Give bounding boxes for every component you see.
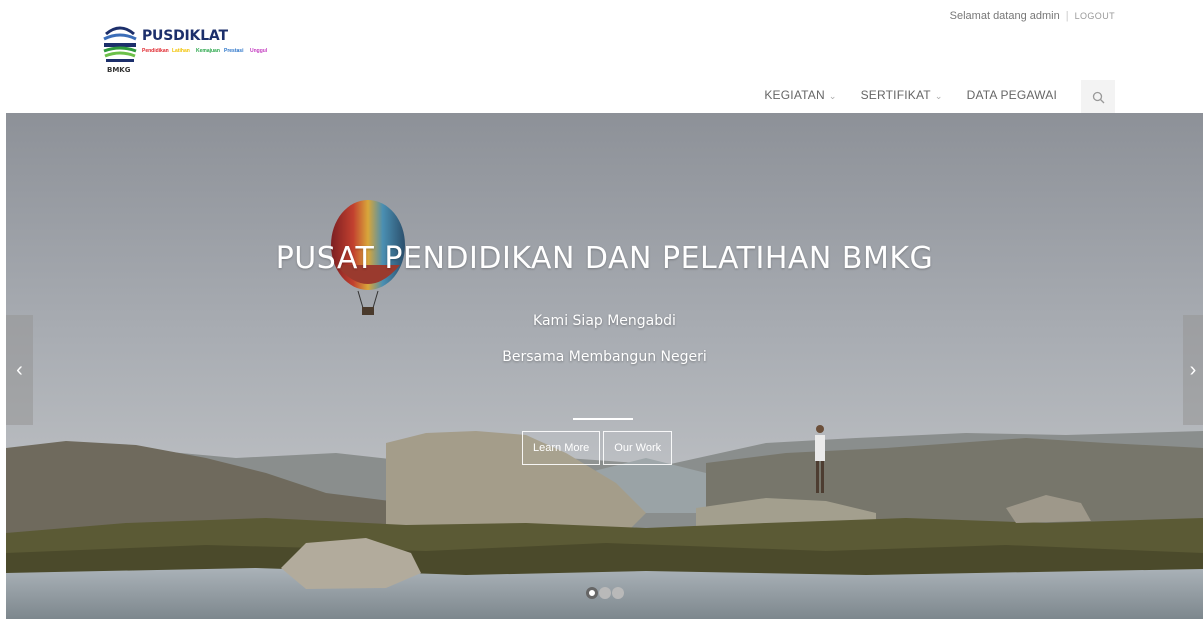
hero-subtitle-line-1: Kami Siap Mengabdi (533, 313, 676, 329)
tagline-word: Prestasi (224, 48, 244, 54)
slider-dot[interactable] (599, 587, 611, 599)
slider-next-button[interactable]: › (1183, 315, 1203, 425)
slider-dot[interactable] (586, 587, 598, 599)
logout-link[interactable]: LOGOUT (1075, 11, 1115, 21)
brand-sub: BMKG (107, 66, 131, 74)
slider-dot[interactable] (612, 587, 624, 599)
welcome-separator: | (1065, 10, 1069, 22)
search-button[interactable] (1081, 80, 1115, 114)
welcome-text: Selamat datang admin (949, 10, 1060, 22)
tagline-word: Kemajuan (196, 48, 220, 54)
chevron-left-icon: ‹ (16, 358, 23, 381)
main-nav: KEGIATAN ⌄ SERTIFIKAT ⌄ DATA PEGAWAI (752, 80, 1115, 114)
learn-more-button[interactable]: Learn More (522, 431, 601, 465)
brand-logo[interactable]: PUSDIKLAT Pendidikan Latihan Kemajuan Pr… (84, 12, 284, 92)
page: PUSDIKLAT Pendidikan Latihan Kemajuan Pr… (0, 0, 1203, 619)
bmkg-logo-icon (103, 26, 137, 62)
nav-item-kegiatan[interactable]: KEGIATAN ⌄ (752, 80, 848, 113)
slider-dots (586, 587, 624, 599)
brand-tagline: Pendidikan Latihan Kemajuan Prestasi Ung… (142, 47, 282, 55)
chevron-down-icon: ⌄ (934, 91, 943, 101)
search-icon (1092, 91, 1104, 103)
tagline-word: Pendidikan (142, 48, 169, 54)
tagline-word: Unggul (250, 48, 268, 54)
site-header: PUSDIKLAT Pendidikan Latihan Kemajuan Pr… (0, 0, 1203, 114)
nav-item-data-pegawai[interactable]: DATA PEGAWAI (955, 80, 1069, 113)
tagline-word: Latihan (172, 48, 190, 54)
nav-item-sertifikat[interactable]: SERTIFIKAT ⌄ (849, 80, 955, 113)
hero-title: PUSAT PENDIDIKAN DAN PELATIHAN BMKG (275, 241, 934, 276)
hero-slider: PUSAT PENDIDIKAN DAN PELATIHAN BMKG Kami… (6, 113, 1203, 619)
hero-divider (573, 418, 633, 420)
chevron-right-icon: › (1189, 358, 1197, 381)
nav-item-label: SERTIFIKAT (860, 88, 931, 102)
hero-buttons: Learn More Our Work (522, 431, 673, 465)
hero-subtitle-line-2: Bersama Membangun Negeri (502, 349, 707, 365)
our-work-button[interactable]: Our Work (603, 431, 673, 465)
slider-prev-button[interactable]: ‹ (6, 315, 33, 425)
welcome-bar: Selamat datang admin | LOGOUT (950, 10, 1115, 22)
hero-background-image (6, 113, 1203, 619)
nav-item-label: DATA PEGAWAI (966, 88, 1057, 102)
nav-item-label: KEGIATAN (764, 88, 825, 102)
chevron-down-icon: ⌄ (828, 91, 837, 101)
brand-name: PUSDIKLAT (142, 28, 228, 44)
